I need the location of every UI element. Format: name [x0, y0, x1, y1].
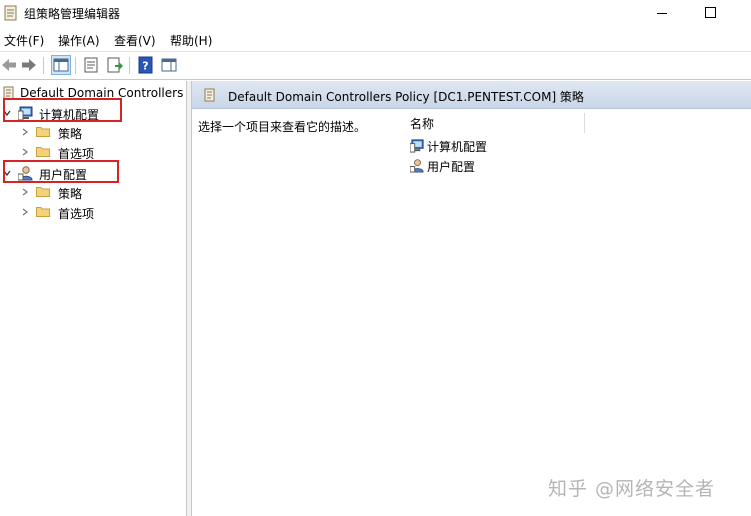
column-header-name[interactable]: 名称: [410, 113, 585, 133]
highlight-box-computer-config: [3, 98, 122, 122]
user-config-icon: [410, 159, 424, 173]
window-title: 组策略管理编辑器: [24, 7, 121, 21]
details-header-title: Default Domain Controllers Policy [DC1.P…: [228, 90, 584, 104]
toolbar-separator: [129, 57, 130, 74]
properties-icon[interactable]: [82, 56, 100, 74]
highlight-box-user-config: [3, 160, 119, 183]
menu-action[interactable]: 操作(A): [58, 32, 100, 49]
tree-item-computer-preferences[interactable]: 首选项: [0, 143, 186, 161]
computer-config-icon: [410, 139, 424, 153]
details-header: Default Domain Controllers Policy [DC1.P…: [192, 81, 751, 109]
forward-arrow-icon[interactable]: [20, 56, 38, 74]
details-pane: Default Domain Controllers Policy [DC1.P…: [192, 81, 751, 516]
menu-help[interactable]: 帮助(H): [170, 32, 212, 49]
list-item-label: 计算机配置: [427, 140, 488, 154]
column-header-label: 名称: [410, 117, 435, 131]
watermark-text: 知乎 @网络安全者: [548, 478, 716, 500]
title-bar: 组策略管理编辑器: [0, 0, 751, 26]
minimize-button[interactable]: [652, 4, 672, 22]
list-item-user-config[interactable]: 用户配置: [410, 156, 560, 174]
policy-document-icon: [204, 88, 215, 102]
export-list-icon[interactable]: [106, 56, 124, 74]
list-item-label: 用户配置: [427, 160, 476, 174]
list-item-computer-config[interactable]: 计算机配置: [410, 136, 560, 154]
chevron-right-icon[interactable]: [20, 207, 30, 217]
toolbar: ?: [0, 51, 751, 80]
tree-item-computer-policies[interactable]: 策略: [0, 123, 186, 141]
toolbar-separator: [43, 57, 44, 74]
folder-icon: [36, 127, 50, 137]
folder-icon: [36, 187, 50, 197]
tree-item-user-preferences[interactable]: 首选项: [0, 203, 186, 221]
maximize-button[interactable]: [700, 4, 720, 22]
menu-file[interactable]: 文件(F): [4, 32, 44, 49]
help-icon[interactable]: ?: [137, 56, 155, 74]
menu-view[interactable]: 查看(V): [114, 32, 156, 49]
show-hide-action-pane-icon[interactable]: [160, 56, 178, 74]
back-arrow-icon[interactable]: [0, 56, 18, 74]
folder-icon: [36, 147, 50, 157]
console-tree-pane: Default Domain Controllers P 计算机配置 策略 首选…: [0, 81, 186, 516]
svg-text:?: ?: [142, 60, 148, 73]
toolbar-separator: [75, 57, 76, 74]
chevron-right-icon[interactable]: [20, 127, 30, 137]
tree-item-label: 策略: [58, 187, 83, 201]
tree-item-user-policies[interactable]: 策略: [0, 183, 186, 201]
menu-bar: 文件(F) 操作(A) 查看(V) 帮助(H): [0, 28, 751, 50]
tree-item-label: 首选项: [58, 207, 95, 221]
folder-icon: [36, 207, 50, 217]
chevron-right-icon[interactable]: [20, 187, 30, 197]
chevron-right-icon[interactable]: [20, 147, 30, 157]
console-tree-toggle-icon[interactable]: [51, 55, 71, 75]
description-text: 选择一个项目来查看它的描述。: [198, 120, 367, 134]
gpo-editor-icon: [4, 5, 17, 21]
tree-item-label: 策略: [58, 127, 83, 141]
